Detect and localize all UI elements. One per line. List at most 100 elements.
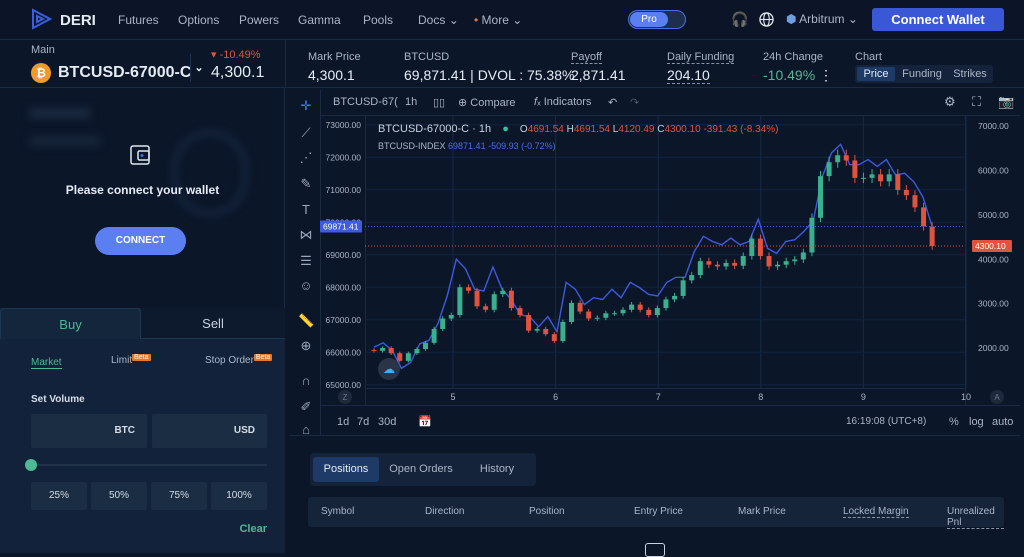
range-7d[interactable]: 7d [357, 416, 369, 428]
camera-icon[interactable]: 📷 [998, 94, 1014, 110]
candle-body [526, 315, 532, 331]
blurred-placeholder [170, 128, 250, 218]
connect-wallet-button[interactable]: Connect Wallet [872, 8, 1004, 31]
connect-button[interactable]: CONNECT [95, 227, 186, 255]
price-chart[interactable]: 567891073000.0072000.0071000.0070000.006… [320, 115, 1020, 405]
network-label: Arbitrum [799, 12, 845, 26]
candle-body [517, 308, 523, 316]
tab-open-orders[interactable]: Open Orders [386, 457, 456, 482]
text-tool-icon[interactable]: T [298, 202, 314, 218]
candle-body [586, 311, 592, 319]
lock-drawing-icon[interactable]: ✐ [298, 399, 314, 415]
index-name: BTCUSD-INDEX [378, 141, 446, 151]
x-tick-label: 8 [758, 392, 763, 402]
usd-volume-input[interactable]: USD [152, 414, 267, 448]
indicators-button[interactable]: fₓ Indicators [534, 96, 591, 108]
nav-gamma[interactable]: Gamma [298, 13, 341, 27]
candle-body [568, 302, 574, 322]
crosshair-icon[interactable]: ✛ [298, 98, 314, 114]
nav-futures[interactable]: Futures [118, 13, 159, 27]
candle-body [792, 259, 798, 262]
index-line [373, 143, 933, 370]
lock-icon[interactable]: ⌂ [298, 422, 314, 438]
candle-body [388, 348, 394, 354]
compare-button[interactable]: ⊕ Compare [458, 96, 516, 109]
nav-options[interactable]: Options [178, 13, 219, 27]
percent-50-button[interactable]: 50% [91, 482, 147, 510]
network-selector[interactable]: ⬢ Arbitrum ⌄ [786, 12, 858, 26]
mark-price-value: 4,300.1 [308, 67, 355, 83]
slider-handle[interactable] [25, 459, 37, 471]
tab-strikes[interactable]: Strikes [949, 67, 991, 81]
trend-line-icon[interactable]: ⟋ [298, 125, 314, 141]
order-type-market[interactable]: Market [31, 357, 62, 369]
tradingview-logo-icon[interactable]: ☁ [378, 358, 400, 380]
brush-icon[interactable]: ✎ [298, 176, 314, 192]
col-unrealized-pnl[interactable]: Unrealized Pnl [947, 506, 1004, 529]
index-value: 69871.41 [448, 141, 486, 151]
symbol-selector[interactable]: BTCUSD-67000-C ⌄ [58, 62, 204, 82]
account-label: Main [31, 44, 55, 56]
candle-body [860, 177, 866, 179]
col-locked-margin[interactable]: Locked Margin [843, 506, 909, 518]
pattern-icon[interactable]: ⋈ [298, 227, 314, 243]
settings-icon[interactable]: ⚙ [944, 94, 956, 110]
payoff-label[interactable]: Payoff [571, 51, 602, 64]
legend-open: 4691.54 [527, 124, 564, 135]
auto-scale-button[interactable]: auto [992, 416, 1013, 428]
candle-body [680, 280, 686, 296]
candle-body [929, 226, 935, 246]
goto-date-icon[interactable]: 📅 [418, 415, 432, 428]
left-axis-tick: 72000.00 [326, 152, 362, 162]
dot-icon: • [474, 13, 479, 27]
clear-button[interactable]: Clear [239, 523, 267, 535]
x-tick-label: 7 [656, 392, 661, 402]
order-type-limit[interactable]: Limit Beta [111, 354, 151, 366]
emoji-icon[interactable]: ☺ [298, 278, 314, 294]
candle-body [414, 349, 420, 354]
log-scale-button[interactable]: log [969, 416, 984, 428]
fullscreen-icon[interactable]: ⛶ [972, 94, 981, 110]
tab-positions[interactable]: Positions [313, 457, 379, 482]
tab-sell[interactable]: Sell [141, 308, 285, 339]
nav-docs[interactable]: Docs ⌄ [418, 13, 459, 27]
redo-icon[interactable]: ↷ [630, 96, 639, 109]
tab-history[interactable]: History [468, 457, 526, 482]
range-30d[interactable]: 30d [378, 416, 396, 428]
pro-toggle[interactable]: Pro [628, 10, 686, 29]
percent-scale-button[interactable]: % [949, 416, 959, 428]
tab-funding[interactable]: Funding [899, 67, 945, 81]
nav-pools[interactable]: Pools [363, 13, 393, 27]
daily-funding-label[interactable]: Daily Funding [667, 51, 735, 64]
nav-powers[interactable]: Powers [239, 13, 279, 27]
btc-volume-input[interactable]: BTC [31, 414, 147, 448]
measure-lines-icon[interactable]: ☰ [298, 253, 314, 269]
tab-price[interactable]: Price [857, 67, 895, 81]
magnet-icon[interactable]: ∩ [298, 373, 314, 389]
btcusd-label: BTCUSD [404, 51, 450, 63]
chart-symbol[interactable]: BTCUSD-67( [333, 96, 398, 108]
headset-icon[interactable]: 🎧 [731, 11, 748, 28]
nav-more[interactable]: • More ⌄ [474, 13, 522, 27]
info-icon[interactable]: ⋮ [819, 67, 833, 83]
indicators-label: Indicators [543, 96, 592, 108]
percent-100-button[interactable]: 100% [211, 482, 267, 510]
candle-body [843, 155, 849, 161]
zoom-in-icon[interactable]: ⊕ [298, 338, 314, 354]
percent-75-button[interactable]: 75% [151, 482, 207, 510]
candle-body [405, 353, 411, 361]
fib-tool-icon[interactable]: ⋰ [298, 150, 314, 166]
tab-buy[interactable]: Buy [0, 308, 141, 339]
interval-button[interactable]: 1h [405, 96, 417, 108]
range-1d[interactable]: 1d [337, 416, 349, 428]
percent-25-button[interactable]: 25% [31, 482, 87, 510]
undo-icon[interactable]: ↶ [608, 96, 617, 109]
globe-icon[interactable] [759, 12, 774, 27]
ruler-icon[interactable]: 📏 [298, 313, 314, 329]
divider [190, 54, 191, 82]
volume-slider[interactable] [31, 464, 267, 466]
order-type-stop[interactable]: Stop Order Beta [205, 354, 273, 366]
limit-label: Limit [111, 355, 133, 366]
legend-low: 4120.49 [618, 124, 655, 135]
candle-type-icon[interactable]: ▯▯ [433, 96, 445, 109]
